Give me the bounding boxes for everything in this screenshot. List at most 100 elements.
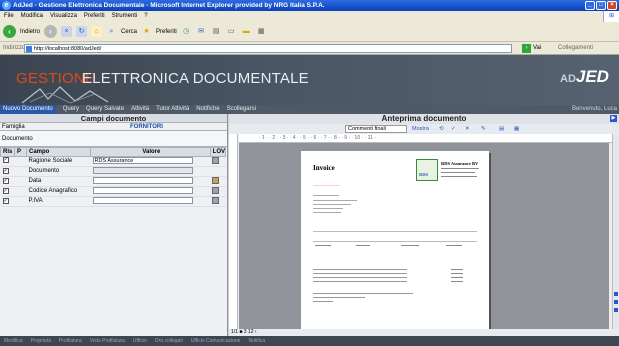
nav-query[interactable]: Query [63, 105, 79, 114]
family-value[interactable]: FORNITORI [130, 123, 163, 131]
prev-change-icon[interactable]: ⟲ [439, 125, 444, 133]
footer-item[interactable]: Notifica [248, 336, 265, 346]
family-label: Famiglia [2, 124, 25, 130]
nav-activities[interactable]: Attività [131, 105, 149, 114]
vertical-ruler [229, 134, 238, 329]
menu-file[interactable]: File [4, 11, 14, 22]
menu-help[interactable]: ? [144, 11, 147, 22]
address-bar: Indirizzo http://localhost:8080/adJed/ ›… [0, 42, 619, 55]
field-value-input[interactable] [92, 187, 193, 195]
result-checkbox[interactable]: ✓ [2, 157, 9, 164]
ie-icon: e [2, 1, 11, 10]
forward-arrow-icon[interactable]: › [44, 25, 58, 38]
favorites-label[interactable]: Preferiti [156, 29, 177, 35]
menu-favorites[interactable]: Preferiti [84, 11, 105, 22]
stop-icon[interactable]: × [61, 26, 73, 37]
footer-item[interactable]: Proprietà [31, 336, 51, 346]
panel-title: Campi documento [0, 114, 227, 123]
accept-change-icon[interactable]: ✓ [451, 125, 456, 133]
search-label[interactable]: Cerca [121, 29, 137, 35]
nav-logout[interactable]: Scollegarsi [227, 105, 256, 114]
close-button[interactable]: × [607, 1, 617, 10]
edit-icon[interactable]: ▭ [226, 26, 237, 37]
field-value-input[interactable] [92, 177, 193, 185]
menu-edit[interactable]: Modifica [21, 11, 43, 22]
word-toolbar: Commenti finali Mostra ⟲ ✓ ✕ ✎ ▤ ▦ [229, 124, 619, 134]
horizontal-ruler: · 1 · · 2 · · 3 · · 4 · · 5 · · 6 · · 7 … [239, 134, 615, 143]
mail-icon[interactable]: ✉ [196, 26, 207, 37]
document-preview-panel: Anteprima documento ▶ Commenti finali Mo… [229, 114, 619, 336]
family-row: Famiglia FORNITORI [0, 123, 227, 131]
reviewing-pane-icon[interactable]: ▦ [514, 125, 519, 133]
footer-item[interactable]: Profilatura [59, 336, 82, 346]
field-name: Documento [26, 166, 91, 178]
minimize-button[interactable]: _ [585, 1, 595, 10]
address-input[interactable]: http://localhost:8080/adJed/ [24, 44, 512, 53]
col-lov: LOV [209, 147, 227, 157]
nav-tutor-activities[interactable]: Tutor Attività [156, 105, 189, 114]
lov-icon[interactable] [212, 197, 220, 205]
track-changes-icon[interactable]: ▤ [499, 125, 504, 133]
preview-title: Anteprima documento ▶ [229, 114, 619, 124]
maximize-button[interactable]: □ [596, 1, 606, 10]
nav-notifications[interactable]: Notifiche [196, 105, 219, 114]
field-value-input[interactable]: RDS Assurance [92, 157, 193, 164]
lov-icon[interactable] [212, 157, 220, 164]
col-campo: Campo [26, 147, 91, 157]
field-value-input[interactable] [92, 167, 193, 175]
home-icon[interactable]: ⌂ [91, 26, 103, 37]
nav-saved-queries[interactable]: Query Salvate [86, 105, 124, 114]
result-checkbox[interactable]: ✓ [2, 187, 9, 194]
result-checkbox[interactable]: ✓ [2, 197, 9, 204]
col-valore: Valore [90, 147, 211, 157]
company-logo: RDS [416, 159, 438, 181]
result-checkbox[interactable]: ✓ [2, 177, 9, 184]
browse-object-icon[interactable] [614, 300, 618, 304]
search-icon[interactable]: ⌕ [106, 26, 117, 37]
favorites-star-icon[interactable]: ★ [141, 26, 152, 37]
nav-new-document[interactable]: Nuovo Documento [0, 105, 56, 114]
menu-view[interactable]: Visualizza [50, 11, 77, 22]
calendar-icon[interactable] [212, 177, 220, 185]
footer-item[interactable]: Ufficio Comunicazione [191, 336, 241, 346]
table-row: ✓ Documento [0, 166, 226, 178]
table-row: ✓ Data [0, 176, 226, 188]
footer-item[interactable]: Ufficio [133, 336, 147, 346]
vertical-scrollbar[interactable] [612, 134, 619, 329]
scroll-up-icon[interactable] [614, 292, 618, 296]
menu-tools[interactable]: Strumenti [112, 11, 138, 22]
folder-icon[interactable]: ▬ [241, 26, 252, 37]
go-arrow-icon[interactable]: › [522, 44, 531, 53]
footer-item[interactable]: Ora collegati [155, 336, 183, 346]
messenger-icon[interactable]: ▦ [256, 26, 267, 37]
comment-icon[interactable]: ✎ [481, 125, 486, 133]
document-status-bar: 1/1 ■ 3 12 ‹ [229, 329, 619, 336]
menu-bar: File Modifica Visualizza Preferiti Strum… [0, 11, 619, 22]
show-menu[interactable]: Mostra [412, 125, 429, 133]
lov-icon[interactable] [212, 187, 220, 195]
address-url: http://localhost:8080/adJed/ [34, 46, 102, 52]
reject-change-icon[interactable]: ✕ [465, 125, 470, 133]
expand-arrow-icon[interactable]: ▶ [610, 115, 617, 122]
scroll-down-icon[interactable] [614, 308, 618, 312]
result-checkbox[interactable]: ✓ [2, 167, 9, 174]
footer-item[interactable]: Modifica [4, 336, 23, 346]
page-icon [26, 46, 32, 52]
browser-window: e AdJed - Gestione Elettronica Documenta… [0, 0, 619, 346]
back-arrow-icon[interactable]: ‹ [3, 25, 16, 38]
markup-select[interactable]: Commenti finali [345, 125, 407, 133]
banner-title-part2: ELETTRONICA DOCUMENTALE [82, 70, 309, 87]
links-button[interactable]: Collegamenti [558, 42, 593, 55]
field-value-input[interactable] [92, 197, 193, 205]
back-label[interactable]: Indietro [20, 29, 40, 35]
history-icon[interactable]: ◷ [181, 26, 192, 37]
print-icon[interactable]: ▤ [211, 26, 222, 37]
field-name: P.IVA [26, 196, 91, 208]
document-page: Invoice RDS RDS Assurance BV —————— [301, 151, 489, 329]
fields-table: Ris P Campo Valore LOV ✓ Ragione Sociale… [0, 147, 227, 208]
go-button[interactable]: Vai [533, 42, 541, 55]
footer-bar: Modifica Proprietà Profilatura Visto Pro… [0, 336, 619, 346]
refresh-icon[interactable]: ↻ [76, 26, 88, 37]
field-name: Data [26, 176, 91, 188]
footer-item[interactable]: Visto Profilatura [90, 336, 125, 346]
